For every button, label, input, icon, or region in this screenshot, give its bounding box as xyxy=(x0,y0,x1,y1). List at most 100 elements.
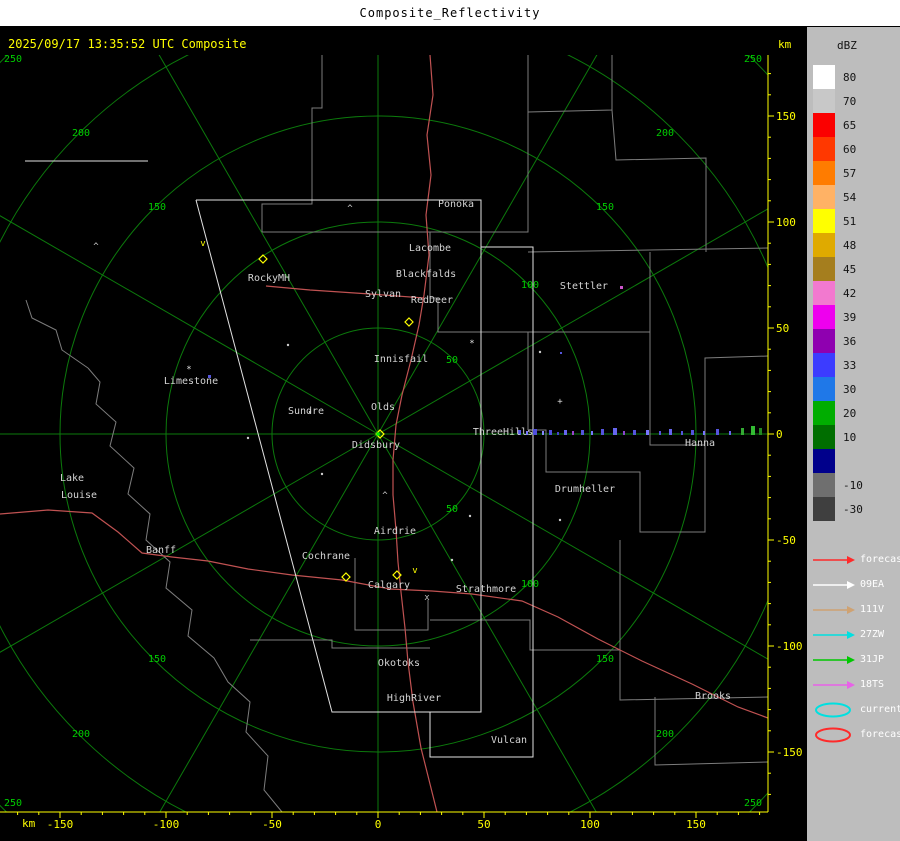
x-axis-label: 150 xyxy=(686,818,706,831)
colorbar-swatch xyxy=(813,473,835,497)
colorbar-level: 48 xyxy=(813,233,863,257)
county-boundary xyxy=(261,55,323,232)
colorbar-swatch xyxy=(813,401,835,425)
range-ring-label: 250 xyxy=(744,798,762,809)
radar-echo xyxy=(533,429,537,435)
radar-center-dot xyxy=(376,432,380,436)
radar-echo xyxy=(620,286,623,289)
colorbar-level: 33 xyxy=(813,353,863,377)
range-ring-label: 250 xyxy=(744,54,762,65)
111v-arrow-icon xyxy=(813,605,855,614)
colorbar-level: 45 xyxy=(813,257,863,281)
legend-item-label: forecast xyxy=(860,729,900,740)
azimuth-spoke xyxy=(159,433,379,812)
y-axis-label: -50 xyxy=(776,534,796,547)
radar-echo xyxy=(691,430,694,435)
legend-item: forecast xyxy=(811,547,900,572)
legend: forecast 09EA 111V 27ZW 31JP 18TS current forec… xyxy=(811,547,900,747)
radar-echo xyxy=(703,431,705,435)
window-title: Composite_Reflectivity xyxy=(359,6,541,20)
city-label: Calgary xyxy=(368,580,410,591)
map-dot xyxy=(538,350,542,354)
legend-item: 27ZW xyxy=(811,622,900,647)
range-ring-label: 50 xyxy=(446,504,458,515)
sidebar: dBZ 80 70 65 60 57 54 51 48 45 42 39 36 33 30 20 10 -10 -… xyxy=(806,27,900,841)
azimuth-spoke xyxy=(158,55,379,435)
km-unit-bottom-label: km xyxy=(22,817,36,830)
city-label: HighRiver xyxy=(387,693,441,704)
colorbar-swatch xyxy=(813,329,835,353)
city-label: Lacombe xyxy=(409,243,451,254)
city-label: Olds xyxy=(371,402,395,413)
city-label: Strathmore xyxy=(456,584,516,595)
range-ring-label: 50 xyxy=(446,355,458,366)
colorbar-swatch xyxy=(813,281,835,305)
x-axis-label: -50 xyxy=(262,818,282,831)
colorbar-swatch xyxy=(813,497,835,521)
colorbar-value-label: 42 xyxy=(843,286,857,300)
radar-echo xyxy=(729,431,731,435)
colorbar-value-label: 60 xyxy=(843,142,857,156)
legend-item: 31JP xyxy=(811,647,900,672)
legend-item-label: 18TS xyxy=(860,679,885,690)
colorbar-value-label: 10 xyxy=(843,430,857,444)
range-ring-label: 150 xyxy=(596,654,614,665)
x-axis-label: -100 xyxy=(153,818,180,831)
colorbar-value-label: 48 xyxy=(843,238,857,252)
city-label: Sylvan xyxy=(365,289,401,300)
x-axis-label: -150 xyxy=(47,818,74,831)
map-symbol: v xyxy=(412,566,417,576)
city-label: Innisfail xyxy=(374,354,428,365)
colorbar-value-label: 33 xyxy=(843,358,857,372)
map-symbol: * xyxy=(186,365,191,375)
radar-echo xyxy=(623,431,625,435)
18ts-arrow-icon xyxy=(813,680,855,689)
city-label: Drumheller xyxy=(555,484,615,495)
map-symbol: ^ xyxy=(382,491,388,501)
map-symbol: ^ xyxy=(93,242,99,252)
colorbar-value-label: -10 xyxy=(843,478,863,492)
radar-echo xyxy=(681,431,683,435)
azimuth-spoke xyxy=(0,215,379,435)
city-label: Airdrie xyxy=(374,526,416,537)
radar-echo xyxy=(633,430,636,435)
x-axis-label: 100 xyxy=(580,818,600,831)
colorbar-level: -30 xyxy=(813,497,863,521)
window-titlebar[interactable]: Composite_Reflectivity xyxy=(0,0,900,27)
legend-item: 111V xyxy=(811,597,900,622)
range-ring-label: 100 xyxy=(521,280,539,291)
radar-map[interactable]: 2025/09/17 13:35:52 UTC Composite km km … xyxy=(0,27,806,841)
colorbar-swatch xyxy=(813,353,835,377)
colorbar-swatch xyxy=(813,449,835,473)
radar-echo xyxy=(564,430,567,435)
colorbar-swatch xyxy=(813,89,835,113)
colorbar-swatch xyxy=(813,377,835,401)
colorbar-value-label: 80 xyxy=(843,70,857,84)
colorbar-level: 20 xyxy=(813,401,863,425)
colorbar-swatch xyxy=(813,257,835,281)
map-dot xyxy=(320,472,324,476)
colorbar-level: 42 xyxy=(813,281,863,305)
colorbar-level: 36 xyxy=(813,329,863,353)
legend-item-label: 31JP xyxy=(860,654,885,665)
y-axis-label: 50 xyxy=(776,322,789,335)
range-ring-label: 250 xyxy=(4,54,22,65)
range-ring-label: 200 xyxy=(72,729,90,740)
colorbar-unit-label: dBZ xyxy=(837,39,857,52)
09ea-arrow-icon xyxy=(813,580,855,589)
x-axis-label: 0 xyxy=(375,818,382,831)
colorbar-swatch xyxy=(813,65,835,89)
radar-echo xyxy=(669,429,672,435)
map-symbol: * xyxy=(469,339,474,349)
range-ring-label: 250 xyxy=(4,798,22,809)
colorbar-value-label: 57 xyxy=(843,166,857,180)
km-unit-right-label: km xyxy=(778,38,792,51)
map-symbol: + xyxy=(557,397,563,407)
colorbar-levels: 80 70 65 60 57 54 51 48 45 42 39 36 33 30 20 10 -10 -30 xyxy=(813,65,863,521)
colorbar-value-label: 39 xyxy=(843,310,857,324)
current-ellipse-icon xyxy=(815,702,851,717)
colorbar-level: 39 xyxy=(813,305,863,329)
map-dot xyxy=(246,436,250,440)
colorbar-level: 60 xyxy=(813,137,863,161)
county-boundary xyxy=(478,55,529,233)
